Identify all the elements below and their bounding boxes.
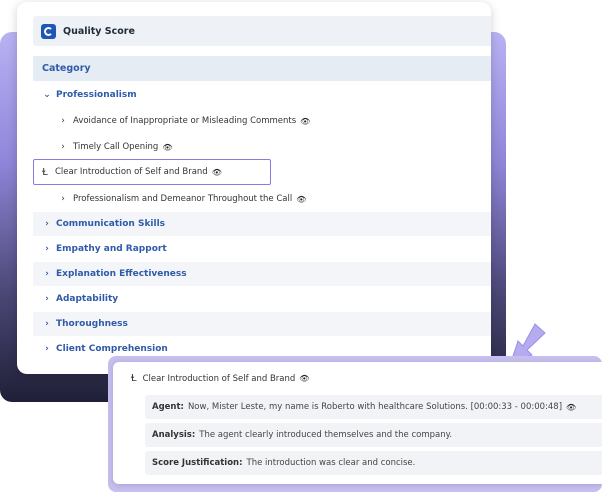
agent-quote-field: Agent: Now, Mister Leste, my name is Rob… [145, 395, 602, 419]
eye-icon[interactable]: 👁 [300, 117, 310, 126]
field-value: The agent clearly introduced themselves … [199, 430, 453, 440]
field-value: The introduction was clear and concise. [246, 458, 416, 468]
category-label: Adaptability [56, 294, 119, 304]
category-row-empathy-and-rapport[interactable]: › Empathy and Rapport [33, 237, 491, 261]
chevron-right-icon: › [45, 344, 49, 354]
eye-icon[interactable]: 👁 [566, 403, 576, 412]
text-cursor-icon: Ɫ [42, 166, 48, 178]
category-header-label: Category [42, 63, 91, 74]
criterion-label: Clear Introduction of Self and Brand [55, 167, 208, 177]
chevron-right-icon: › [45, 319, 49, 329]
field-label: Agent: [152, 402, 184, 412]
category-label: Client Comprehension [56, 344, 168, 354]
criterion-row-selected[interactable]: Ɫ Clear Introduction of Self and Brand 👁 [33, 159, 271, 185]
chevron-right-icon: › [61, 142, 65, 152]
category-label: Empathy and Rapport [56, 244, 167, 254]
chevron-right-icon: › [45, 294, 49, 304]
criterion-label: Professionalism and Demeanor Throughout … [73, 194, 293, 204]
chevron-right-icon: › [45, 219, 49, 229]
category-row-professionalism[interactable]: ⌄ Professionalism [33, 83, 491, 107]
category-label: Explanation Effectiveness [56, 269, 187, 279]
criterion-row[interactable]: › Professionalism and Demeanor Throughou… [33, 187, 491, 211]
chevron-right-icon: › [61, 116, 65, 126]
criterion-row[interactable]: › Timely Call Opening 👁 [33, 135, 491, 159]
panel-title: Quality Score [63, 25, 135, 37]
detail-header: Ɫ Clear Introduction of Self and Brand 👁 [131, 373, 309, 384]
detail-title: Clear Introduction of Self and Brand [142, 373, 296, 384]
field-label: Score Justification: [152, 458, 243, 468]
category-row-communication-skills[interactable]: › Communication Skills [33, 212, 491, 236]
text-cursor-icon: Ɫ [131, 373, 137, 384]
criterion-row[interactable]: › Avoidance of Inappropriate or Misleadi… [33, 109, 491, 133]
field-label: Analysis: [152, 430, 196, 440]
eye-icon[interactable]: 👁 [299, 374, 309, 383]
chevron-down-icon: ⌄ [43, 90, 51, 100]
headset-logo-icon [41, 23, 56, 39]
criterion-label: Avoidance of Inappropriate or Misleading… [73, 116, 297, 126]
chevron-right-icon: › [45, 269, 49, 279]
criterion-detail-card: Ɫ Clear Introduction of Self and Brand 👁… [113, 362, 602, 484]
category-row-adaptability[interactable]: › Adaptability [33, 287, 491, 311]
chevron-right-icon: › [61, 194, 65, 204]
eye-icon[interactable]: 👁 [296, 195, 306, 204]
score-justification-field: Score Justification: The introduction wa… [145, 451, 602, 475]
analysis-field: Analysis: The agent clearly introduced t… [145, 423, 602, 447]
panel-header: Quality Score [33, 16, 491, 46]
category-label: Communication Skills [56, 219, 166, 229]
chevron-right-icon: › [45, 244, 49, 254]
eye-icon[interactable]: 👁 [212, 168, 222, 177]
category-row-explanation-effectiveness[interactable]: › Explanation Effectiveness [33, 262, 491, 286]
category-label: Thoroughness [56, 319, 128, 329]
eye-icon[interactable]: 👁 [162, 143, 172, 152]
category-column-header: Category [33, 56, 491, 81]
category-row-thoroughness[interactable]: › Thoroughness [33, 312, 491, 336]
category-label: Professionalism [56, 90, 137, 100]
criterion-label: Timely Call Opening [73, 142, 159, 152]
field-value: Now, Mister Leste, my name is Roberto wi… [187, 402, 563, 412]
